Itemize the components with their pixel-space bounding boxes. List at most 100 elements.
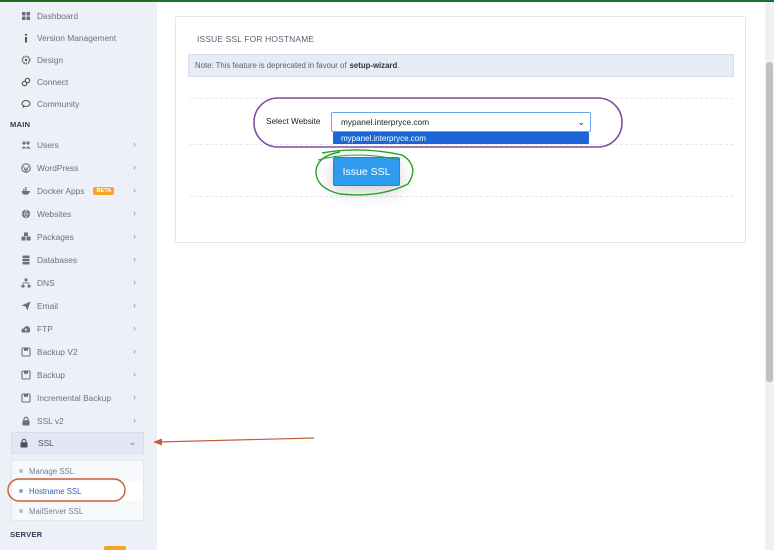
submenu-item-hostname-ssl[interactable]: Hostname SSL bbox=[12, 481, 143, 501]
sidebar-item-label: Design bbox=[37, 55, 64, 65]
scrollbar-thumb[interactable] bbox=[766, 62, 773, 382]
users-icon bbox=[20, 139, 32, 151]
submenu-item-label: MailServer SSL bbox=[29, 506, 84, 516]
sidebar-item-version-management[interactable]: Version Management bbox=[0, 27, 157, 49]
annotation-arrow-line bbox=[157, 437, 315, 443]
sidebar-item-label: Backup bbox=[37, 370, 65, 380]
sidebar-item-label: SSL bbox=[38, 438, 54, 448]
sidebar-item-community[interactable]: Community bbox=[0, 93, 157, 115]
submenu-item-label: Manage SSL bbox=[29, 466, 75, 476]
note-text: Note: This feature is deprecated in favo… bbox=[195, 61, 347, 70]
chevron-right-icon: › bbox=[133, 139, 136, 149]
sidebar-item-docker-apps[interactable]: Docker Apps BETA › bbox=[0, 180, 157, 202]
bullet-icon bbox=[19, 489, 23, 493]
chevron-right-icon: › bbox=[133, 277, 136, 287]
sidebar-item-label: Dashboard bbox=[37, 11, 78, 21]
sidebar-item-label: Incremental Backup bbox=[37, 393, 112, 403]
chevron-down-icon: ⌄ bbox=[577, 117, 585, 127]
chevron-right-icon: › bbox=[133, 392, 136, 402]
chevron-right-icon: › bbox=[133, 254, 136, 264]
chevron-right-icon: › bbox=[133, 323, 136, 333]
sidebar-item-label: Connect bbox=[37, 77, 69, 87]
sidebar-item-label: Email bbox=[37, 301, 58, 311]
backup-icon bbox=[20, 369, 32, 381]
sidebar-item-label: Websites bbox=[37, 209, 72, 219]
sitemap-icon bbox=[20, 277, 32, 289]
badge-partial bbox=[104, 546, 126, 550]
section-server-label: SERVER bbox=[10, 530, 43, 539]
sidebar-item-label: Version Management bbox=[37, 33, 117, 43]
chevron-right-icon: › bbox=[133, 208, 136, 218]
chevron-right-icon: › bbox=[133, 346, 136, 356]
docker-icon bbox=[20, 185, 32, 197]
sidebar-item-label: Docker Apps bbox=[37, 186, 85, 196]
issue-ssl-button[interactable]: Issue SSL bbox=[333, 157, 400, 186]
submenu-item-label: Hostname SSL bbox=[29, 486, 82, 496]
sidebar-item-packages[interactable]: Packages › bbox=[0, 226, 157, 248]
sidebar-item-label: Packages bbox=[37, 232, 74, 242]
bullet-icon bbox=[19, 469, 23, 473]
sidebar: Dashboard Version Management Design Conn… bbox=[0, 2, 157, 550]
paper-plane-icon bbox=[20, 300, 32, 312]
sidebar-item-label: SSL v2 bbox=[37, 416, 64, 426]
sidebar-item-design[interactable]: Design bbox=[0, 49, 157, 71]
divider bbox=[190, 196, 733, 197]
bullet-icon bbox=[19, 509, 23, 513]
chevron-right-icon: › bbox=[133, 300, 136, 310]
sidebar-item-dashboard[interactable]: Dashboard bbox=[0, 5, 157, 27]
backup-icon bbox=[20, 392, 32, 404]
sidebar-item-ssl-v2[interactable]: SSL v2 › bbox=[0, 410, 157, 432]
chevron-right-icon: › bbox=[133, 162, 136, 172]
sidebar-item-label: WordPress bbox=[37, 163, 79, 173]
link-icon bbox=[20, 76, 32, 88]
submenu-item-manage-ssl[interactable]: Manage SSL bbox=[12, 461, 143, 481]
sidebar-item-users[interactable]: Users › bbox=[0, 134, 157, 156]
dashboard-icon bbox=[20, 10, 32, 22]
issue-ssl-panel: ISSUE SSL FOR HOSTNAME Note: This featur… bbox=[175, 16, 746, 243]
sidebar-item-label: Databases bbox=[37, 255, 78, 265]
submenu-item-mailserver-ssl[interactable]: MailServer SSL bbox=[12, 501, 143, 521]
sidebar-item-dns[interactable]: DNS › bbox=[0, 272, 157, 294]
sidebar-item-backup[interactable]: Backup › bbox=[0, 364, 157, 386]
scrollbar[interactable] bbox=[765, 2, 774, 550]
divider bbox=[190, 98, 733, 99]
sidebar-item-label: DNS bbox=[37, 278, 55, 288]
cloud-upload-icon bbox=[20, 323, 32, 335]
sidebar-item-label: Backup V2 bbox=[37, 347, 78, 357]
globe-icon bbox=[20, 208, 32, 220]
chevron-down-icon: ⌄ bbox=[128, 437, 136, 447]
page-title: ISSUE SSL FOR HOSTNAME bbox=[197, 34, 315, 44]
divider bbox=[190, 144, 733, 145]
sidebar-item-label: Users bbox=[37, 140, 59, 150]
website-select[interactable]: mypanel.interpryce.com ⌄ bbox=[331, 112, 591, 132]
sidebar-item-backup-v2[interactable]: Backup V2 › bbox=[0, 341, 157, 363]
chevron-right-icon: › bbox=[133, 185, 136, 195]
backup-icon bbox=[20, 346, 32, 358]
sidebar-item-label: Community bbox=[37, 99, 80, 109]
sidebar-item-ssl[interactable]: SSL ⌄ bbox=[11, 432, 144, 454]
dropdown-option[interactable]: mypanel.interpryce.com bbox=[333, 132, 589, 144]
lock-icon bbox=[20, 415, 32, 427]
sidebar-item-incremental-backup[interactable]: Incremental Backup › bbox=[0, 387, 157, 409]
section-main-label: MAIN bbox=[10, 120, 31, 129]
sidebar-item-email[interactable]: Email › bbox=[0, 295, 157, 317]
setup-wizard-link[interactable]: setup-wizard bbox=[350, 61, 398, 70]
beta-badge: BETA bbox=[93, 187, 115, 195]
select-value: mypanel.interpryce.com bbox=[341, 117, 430, 127]
sidebar-item-websites[interactable]: Websites › bbox=[0, 203, 157, 225]
chevron-right-icon: › bbox=[133, 369, 136, 379]
database-icon bbox=[20, 254, 32, 266]
gear-icon bbox=[20, 54, 32, 66]
sidebar-item-wordpress[interactable]: WordPress › bbox=[0, 157, 157, 179]
packages-icon bbox=[20, 231, 32, 243]
chevron-right-icon: › bbox=[133, 415, 136, 425]
ssl-submenu: Manage SSL Hostname SSL MailServer SSL bbox=[11, 460, 144, 521]
sidebar-item-databases[interactable]: Databases › bbox=[0, 249, 157, 271]
wordpress-icon bbox=[20, 162, 32, 174]
sidebar-item-connect[interactable]: Connect bbox=[0, 71, 157, 93]
sidebar-item-ftp[interactable]: FTP › bbox=[0, 318, 157, 340]
select-website-label: Select Website bbox=[266, 117, 321, 126]
info-icon bbox=[20, 32, 32, 44]
chat-icon bbox=[20, 98, 32, 110]
deprecation-note: Note: This feature is deprecated in favo… bbox=[188, 54, 734, 77]
